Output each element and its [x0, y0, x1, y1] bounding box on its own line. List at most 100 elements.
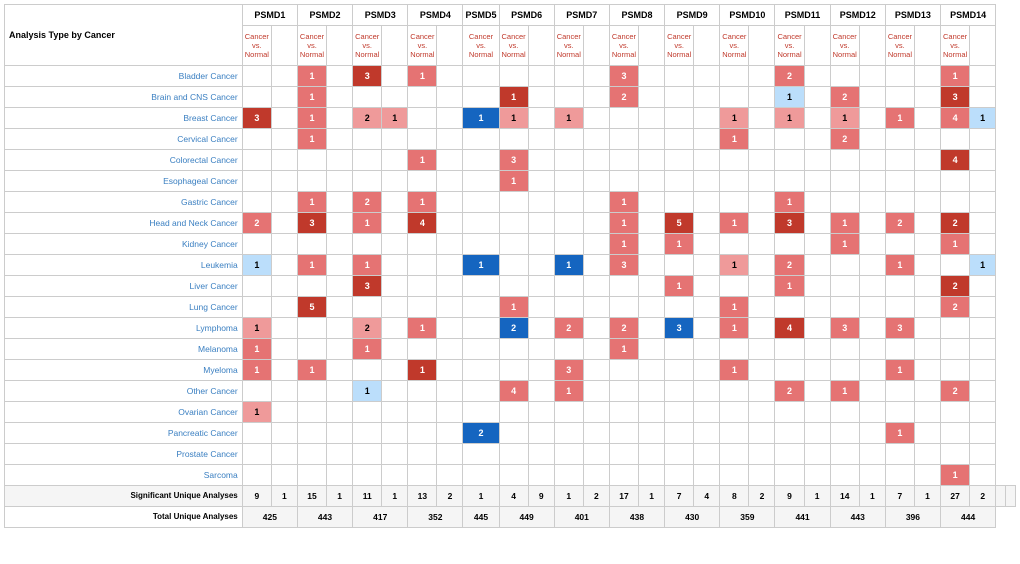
sub-psmd1-b	[271, 26, 297, 66]
data-cell	[749, 465, 775, 486]
data-cell	[528, 108, 554, 129]
data-cell	[804, 255, 830, 276]
data-cell	[639, 318, 665, 339]
total-cell: 396	[885, 507, 940, 528]
data-cell: 1	[382, 108, 408, 129]
data-cell	[437, 192, 463, 213]
data-cell	[242, 171, 271, 192]
data-cell	[353, 150, 382, 171]
total-cell: 417	[353, 507, 408, 528]
data-cell	[775, 423, 804, 444]
data-cell	[499, 444, 528, 465]
sig-cell: 1	[804, 486, 830, 507]
data-cell	[528, 444, 554, 465]
data-cell	[639, 297, 665, 318]
col-psmd11: PSMD11	[775, 5, 830, 26]
data-cell: 1	[297, 129, 326, 150]
data-cell	[859, 213, 885, 234]
data-cell	[463, 360, 499, 381]
data-cell	[437, 87, 463, 108]
data-cell	[804, 360, 830, 381]
data-cell	[915, 381, 941, 402]
data-cell	[327, 108, 353, 129]
data-cell	[915, 108, 941, 129]
data-cell	[970, 423, 996, 444]
total-cell: 449	[499, 507, 554, 528]
data-cell	[499, 234, 528, 255]
data-cell	[554, 297, 583, 318]
table-row: Lung Cancer5112	[5, 297, 1016, 318]
data-cell	[609, 171, 638, 192]
data-cell	[271, 297, 297, 318]
data-cell	[859, 108, 885, 129]
data-cell	[749, 402, 775, 423]
data-cell: 3	[609, 66, 638, 87]
data-cell	[749, 192, 775, 213]
data-cell	[970, 234, 996, 255]
data-cell	[885, 87, 914, 108]
data-cell: 2	[499, 318, 528, 339]
data-cell	[665, 297, 694, 318]
data-cell	[271, 381, 297, 402]
col-psmd1: PSMD1	[242, 5, 297, 26]
data-cell	[382, 465, 408, 486]
data-cell: 1	[720, 108, 749, 129]
data-cell	[694, 255, 720, 276]
data-cell	[382, 339, 408, 360]
data-cell	[554, 171, 583, 192]
row-label: Myeloma	[5, 360, 243, 381]
data-cell	[694, 108, 720, 129]
significant-label: Significant Unique Analyses	[5, 486, 243, 507]
data-cell	[463, 297, 499, 318]
data-cell	[665, 192, 694, 213]
row-label: Kidney Cancer	[5, 234, 243, 255]
data-cell	[804, 318, 830, 339]
data-cell	[970, 213, 996, 234]
data-cell	[271, 66, 297, 87]
data-cell	[463, 339, 499, 360]
data-cell	[242, 87, 271, 108]
data-cell: 1	[297, 87, 326, 108]
data-cell	[528, 297, 554, 318]
data-cell	[437, 108, 463, 129]
data-cell: 1	[609, 192, 638, 213]
data-cell	[327, 192, 353, 213]
data-cell	[583, 297, 609, 318]
data-cell	[830, 444, 859, 465]
data-cell	[694, 129, 720, 150]
data-cell: 4	[941, 150, 970, 171]
data-cell: 3	[885, 318, 914, 339]
data-cell	[694, 339, 720, 360]
data-cell	[859, 234, 885, 255]
total-cell: 444	[941, 507, 996, 528]
sub-psmd8-b	[639, 26, 665, 66]
data-cell	[327, 465, 353, 486]
data-cell	[970, 360, 996, 381]
sub-psmd4-b	[437, 26, 463, 66]
data-cell	[749, 213, 775, 234]
data-cell	[242, 444, 271, 465]
data-cell	[639, 129, 665, 150]
data-cell: 1	[353, 213, 382, 234]
sub-psmd3-a: Cancervs.Normal	[353, 26, 382, 66]
data-cell	[830, 360, 859, 381]
data-cell	[583, 318, 609, 339]
data-cell: 1	[408, 318, 437, 339]
data-cell	[242, 297, 271, 318]
data-cell	[382, 66, 408, 87]
data-cell	[830, 423, 859, 444]
data-cell	[830, 150, 859, 171]
sub-psmd13-b	[915, 26, 941, 66]
data-cell	[885, 297, 914, 318]
data-cell	[271, 402, 297, 423]
data-cell	[437, 66, 463, 87]
row-label: Breast Cancer	[5, 108, 243, 129]
data-cell	[915, 339, 941, 360]
data-cell	[271, 150, 297, 171]
data-cell	[775, 171, 804, 192]
data-cell: 1	[242, 402, 271, 423]
data-cell	[804, 465, 830, 486]
data-cell: 3	[554, 360, 583, 381]
data-cell	[528, 171, 554, 192]
sig-cell: 1	[554, 486, 583, 507]
